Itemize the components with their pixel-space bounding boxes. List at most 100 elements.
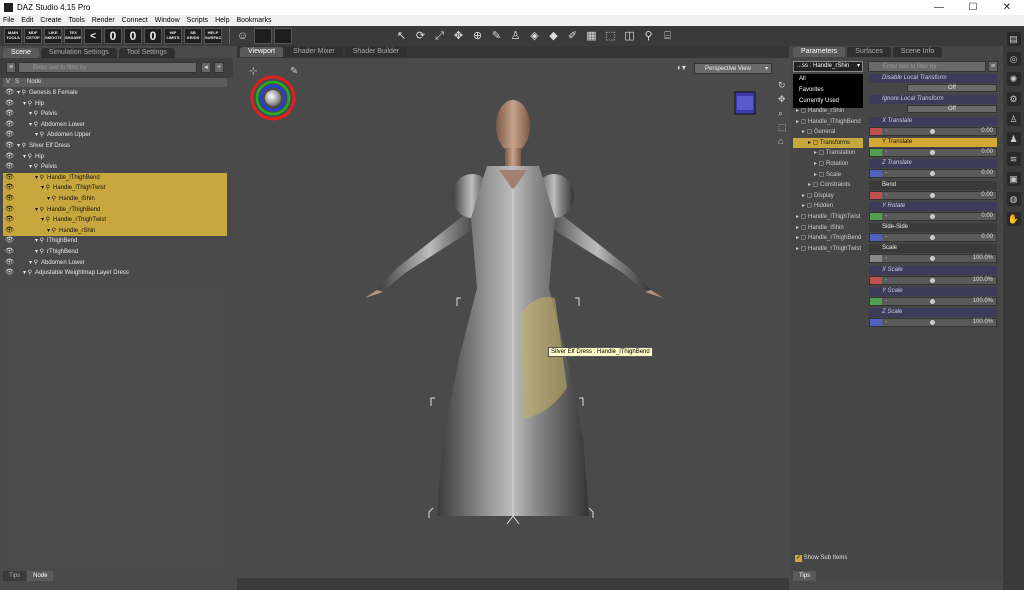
scene-tree-row[interactable]: 👁 ▾ ⚲ Genesis 8 Female (3, 88, 227, 99)
tab-scene-info[interactable]: Scene Info (892, 47, 943, 57)
visibility-eye-icon[interactable]: 👁 (5, 152, 14, 163)
scene-tree-row[interactable]: 👁 ▾ ⚲ Handle_rThighBend (3, 204, 227, 216)
scene-tree-row[interactable]: 👁 ▾ ⚲ Handle_lThighBend (3, 172, 227, 184)
content-library-icon[interactable]: ▤ (1006, 32, 1021, 46)
rotate-tool-icon[interactable]: ⟳ (413, 29, 428, 44)
toolbar-button[interactable]: LIKE SMOOTH (44, 28, 62, 44)
slider-knob[interactable] (930, 256, 936, 262)
slider-knob[interactable] (930, 320, 936, 326)
viewport-canvas[interactable] (237, 58, 789, 578)
zoom-icon[interactable]: ⌕ (778, 108, 788, 122)
slider-knob[interactable] (930, 213, 936, 219)
menu-tools[interactable]: Tools (68, 17, 84, 24)
property-label[interactable]: X Scale (869, 265, 997, 275)
tab-tool-settings[interactable]: Tool Settings (118, 48, 175, 58)
tab-scene[interactable]: Scene (3, 48, 39, 58)
smart-content-icon[interactable]: ◎ (1006, 52, 1021, 66)
toolbar-button[interactable]: 0 (124, 28, 142, 44)
visibility-eye-icon[interactable]: 👁 (5, 173, 14, 184)
toolbar-button[interactable]: MAIN TOOLS (4, 28, 22, 44)
geometry-editor-icon[interactable]: ◆ (546, 29, 561, 44)
view-mode-select[interactable]: Perspective View ▾ (694, 63, 772, 74)
tab-viewport[interactable]: Viewport (240, 47, 284, 57)
toolbar-button[interactable]: SB GRIDS (184, 28, 202, 44)
tab-tips[interactable]: Tips (3, 571, 27, 581)
property-label[interactable]: X Translate (869, 116, 997, 126)
menu-file[interactable]: File (3, 17, 14, 24)
scene-tree-row[interactable]: 👁 ▾ ⚲ Silver Elf Dress (3, 141, 227, 152)
morph-icon[interactable]: ≋ (1006, 152, 1021, 166)
parameter-tree-item[interactable]: ▸ ▢ Handle_lThighBend (793, 117, 863, 128)
slider-knob[interactable] (930, 149, 936, 155)
lights-icon[interactable]: ✺ (1006, 72, 1021, 86)
parameter-tree-item[interactable]: ▸ ▢ Handle_rShin (793, 106, 863, 117)
add-icon[interactable]: + (214, 62, 224, 73)
toolbar-button[interactable]: MDF CSTOP (24, 28, 42, 44)
view-cube[interactable] (734, 91, 756, 115)
tab-tips-right[interactable]: Tips (793, 571, 817, 581)
active-pose-icon[interactable]: ♙ (508, 29, 523, 44)
joint-editor-icon[interactable]: ✎ (489, 29, 504, 44)
scene-tree-row[interactable]: 👁 ▾ ⚲ Handle_rThighTwist (3, 215, 227, 226)
decrement-icon[interactable]: - (885, 213, 887, 220)
maximize-button[interactable]: ☐ (956, 2, 990, 13)
parameter-tree-item[interactable]: ▸ ▢ Scale (793, 170, 863, 181)
toolbar-button[interactable]: HELP SURFACE (204, 28, 222, 44)
parameter-tree-item[interactable]: ▸ ▢ Handle_lShin (793, 223, 863, 234)
parameter-tree-item[interactable]: ▸ ▢ Handle_rThighTwist (793, 244, 863, 255)
column-node[interactable]: Node (27, 78, 41, 87)
scene-tree-row[interactable]: 👁 ▾ ⚲ Pelvis (3, 162, 227, 173)
slider-knob[interactable] (930, 277, 936, 283)
toolbar-button[interactable]: TEX SHADER (64, 28, 82, 44)
property-label[interactable]: Ignore Local Transform (869, 95, 997, 105)
node-selector[interactable]: ...ss : Handle_rShin ▾ (793, 61, 863, 72)
render-icon[interactable]: ⌸ (660, 29, 675, 44)
parameters-dock-icon[interactable]: ⚙ (1006, 92, 1021, 106)
checkbox-icon[interactable]: ✓ (795, 555, 802, 562)
column-selectable[interactable]: S (15, 78, 19, 87)
decrement-icon[interactable]: - (885, 255, 887, 262)
property-label[interactable]: Z Translate (869, 159, 997, 169)
slider-knob[interactable] (930, 235, 936, 241)
tab-node[interactable]: Node (27, 571, 54, 581)
decrement-icon[interactable]: - (885, 192, 887, 199)
decrement-icon[interactable]: - (885, 319, 887, 326)
menu-render[interactable]: Render (92, 17, 115, 24)
scene-tree-row[interactable]: 👁 ▾ ⚲ lThighBend (3, 236, 227, 247)
visibility-eye-icon[interactable]: 👁 (5, 120, 14, 131)
property-label[interactable]: Scale (869, 244, 997, 254)
visibility-eye-icon[interactable]: 👁 (5, 99, 14, 110)
parameter-tree-item[interactable]: ▸ ▢ Transforms (793, 137, 863, 149)
view-compass[interactable] (250, 75, 296, 121)
property-label[interactable]: Y Translate (869, 137, 997, 147)
visibility-eye-icon[interactable]: 👁 (5, 162, 14, 173)
tab-shader-builder[interactable]: Shader Builder (344, 47, 408, 57)
render-preview-icon[interactable]: ◐▾ (677, 63, 686, 72)
visibility-eye-icon[interactable]: 👁 (5, 215, 14, 226)
column-visible[interactable]: V (6, 78, 10, 87)
property-slider[interactable]: - 0.00 (869, 211, 997, 221)
visibility-eye-icon[interactable]: 👁 (5, 141, 14, 152)
decrement-icon[interactable]: - (885, 298, 887, 305)
minimize-button[interactable]: — (922, 2, 956, 13)
tab-simulation-settings[interactable]: Simulation Settings (40, 48, 117, 58)
property-slider[interactable]: - 100.0% (869, 254, 997, 264)
toolbar-button[interactable]: 0 (104, 28, 122, 44)
menu-bookmarks[interactable]: Bookmarks (236, 17, 271, 24)
scene-tree-row[interactable]: 👁 ▾ ⚲ Handle_rShin (3, 225, 227, 237)
visibility-eye-icon[interactable]: 👁 (5, 109, 14, 120)
property-toggle[interactable]: Off (907, 105, 997, 114)
slider-knob[interactable] (930, 171, 936, 177)
parameter-tree-item[interactable]: ▸ ▢ Rotation (793, 159, 863, 170)
parameter-tree-item[interactable]: ▸ ▢ Display (793, 191, 863, 202)
aim-icon[interactable]: ✎ (290, 66, 298, 77)
scale-tool-icon[interactable]: ⤢ (432, 29, 447, 44)
decrement-icon[interactable]: - (885, 170, 887, 177)
property-slider[interactable]: - 100.0% (869, 318, 997, 328)
toolbar-button[interactable]: < (84, 28, 102, 44)
visibility-eye-icon[interactable]: 👁 (5, 183, 14, 194)
align-icon[interactable]: ⊹ (249, 66, 257, 77)
property-slider[interactable]: - 0.00 (869, 190, 997, 200)
scene-tree-row[interactable]: 👁 ▾ ⚲ Adjustable Weightmap Layer Dress (3, 268, 227, 279)
pointer-tool-icon[interactable]: ↖ (394, 29, 409, 44)
